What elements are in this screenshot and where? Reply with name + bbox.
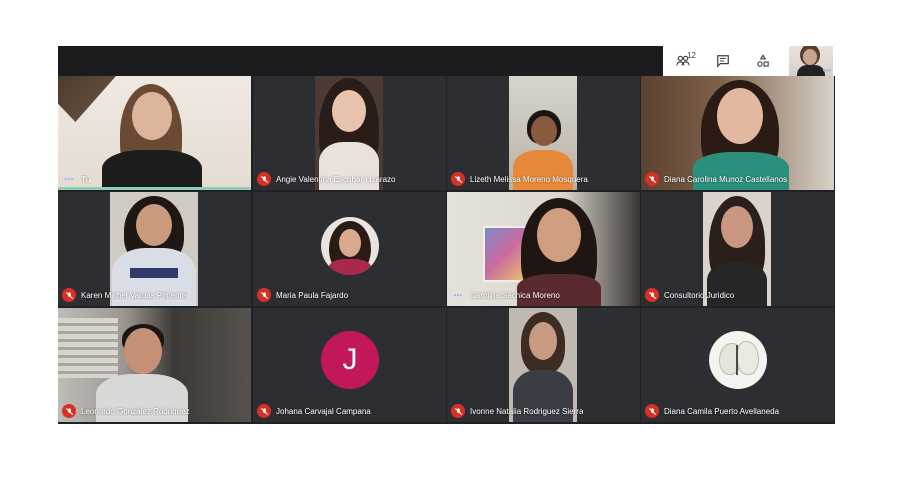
participant-tile[interactable]: Tú bbox=[58, 76, 251, 190]
mic-off-icon bbox=[645, 288, 659, 302]
participant-avatar bbox=[709, 331, 767, 389]
participant-name: Maria Paula Fajardo bbox=[276, 290, 349, 300]
participant-label: Tú bbox=[62, 171, 90, 187]
call-controls: 12 ••• bbox=[663, 46, 835, 76]
participant-label: Diana Camila Puerto Avellaneda bbox=[645, 403, 779, 419]
self-thumbnail-face bbox=[803, 49, 817, 65]
more-dots-icon: ••• bbox=[822, 66, 831, 75]
participant-tile[interactable]: Ivonne Natalia Rodriguez Sierra bbox=[447, 308, 640, 422]
mic-off-icon bbox=[62, 404, 76, 418]
participant-grid: Tú Angie Valentina Escobar Lizarazo Lize… bbox=[58, 76, 835, 424]
participant-label: Maria Paula Fajardo bbox=[257, 287, 348, 303]
mic-off-icon bbox=[451, 404, 465, 418]
participant-name: Johana Carvajal Campana bbox=[276, 406, 371, 416]
participant-label: Ivonne Natalia Rodriguez Sierra bbox=[451, 403, 583, 419]
mic-off-icon bbox=[645, 172, 659, 186]
participant-tile[interactable]: Carolina Sachica Moreno bbox=[447, 192, 640, 306]
participant-label: Leonardo Gonzalez Rodriguez bbox=[62, 403, 190, 419]
mic-off-icon bbox=[257, 404, 271, 418]
participant-tile[interactable]: Karen Michel Vargas Pimentel bbox=[58, 192, 251, 306]
participant-tile[interactable]: Diana Carolina Munoz Castellanos bbox=[641, 76, 834, 190]
participant-initial-avatar: J bbox=[321, 331, 379, 389]
mic-off-icon bbox=[645, 404, 659, 418]
mic-off-icon bbox=[257, 172, 271, 186]
participant-tile[interactable]: Diana Camila Puerto Avellaneda bbox=[641, 308, 834, 422]
participant-tile[interactable]: Lizeth Melissa Moreno Mosquera bbox=[447, 76, 640, 190]
participant-name: Carolina Sachica Moreno bbox=[470, 290, 560, 300]
activities-button[interactable] bbox=[743, 46, 783, 76]
participant-label: Angie Valentina Escobar Lizarazo bbox=[257, 171, 395, 187]
participant-tile[interactable]: Consultorio Juridico bbox=[641, 192, 834, 306]
participant-name: Angie Valentina Escobar Lizarazo bbox=[276, 174, 396, 184]
chat-icon bbox=[717, 55, 729, 68]
participant-label: Carolina Sachica Moreno bbox=[451, 287, 560, 303]
participant-name: Diana Carolina Munoz Castellanos bbox=[664, 174, 788, 184]
active-speaker-bar bbox=[58, 187, 251, 190]
participant-label: Consultorio Juridico bbox=[645, 287, 734, 303]
people-button[interactable]: 12 bbox=[663, 46, 703, 76]
participant-label: Diana Carolina Munoz Castellanos bbox=[645, 171, 787, 187]
mic-off-icon bbox=[62, 288, 76, 302]
participant-name: Leonardo Gonzalez Rodriguez bbox=[81, 406, 190, 416]
participant-label: Johana Carvajal Campana bbox=[257, 403, 371, 419]
participant-tile[interactable]: Leonardo Gonzalez Rodriguez bbox=[58, 308, 251, 422]
participant-name: Diana Camila Puerto Avellaneda bbox=[664, 406, 780, 416]
participant-label: Karen Michel Vargas Pimentel bbox=[62, 287, 188, 303]
people-count: 12 bbox=[687, 51, 696, 60]
mic-off-icon bbox=[451, 172, 465, 186]
participant-label: Lizeth Melissa Moreno Mosquera bbox=[451, 171, 588, 187]
participant-tile[interactable]: Angie Valentina Escobar Lizarazo bbox=[253, 76, 446, 190]
participant-avatar bbox=[321, 217, 379, 275]
participant-tile[interactable]: Maria Paula Fajardo bbox=[253, 192, 446, 306]
top-bar: 12 ••• bbox=[58, 46, 835, 76]
self-view-thumbnail[interactable]: ••• bbox=[789, 46, 833, 76]
participant-name: Lizeth Melissa Moreno Mosquera bbox=[470, 174, 588, 184]
participant-name: Karen Michel Vargas Pimentel bbox=[81, 290, 189, 300]
participant-name: Ivonne Natalia Rodriguez Sierra bbox=[470, 406, 584, 416]
participant-name: Tú bbox=[81, 174, 91, 184]
mic-off-icon bbox=[257, 288, 271, 302]
speaking-indicator-icon bbox=[451, 288, 465, 302]
activities-icon bbox=[757, 54, 769, 67]
video-call-window: 12 ••• Tú Angie Valentina Escobar Lizara… bbox=[58, 46, 835, 424]
chat-button[interactable] bbox=[703, 46, 743, 76]
participant-name: Consultorio Juridico bbox=[664, 290, 735, 300]
self-thumbnail-body bbox=[797, 65, 825, 76]
speaking-indicator-icon bbox=[62, 172, 76, 186]
participant-tile[interactable]: J Johana Carvajal Campana bbox=[253, 308, 446, 422]
